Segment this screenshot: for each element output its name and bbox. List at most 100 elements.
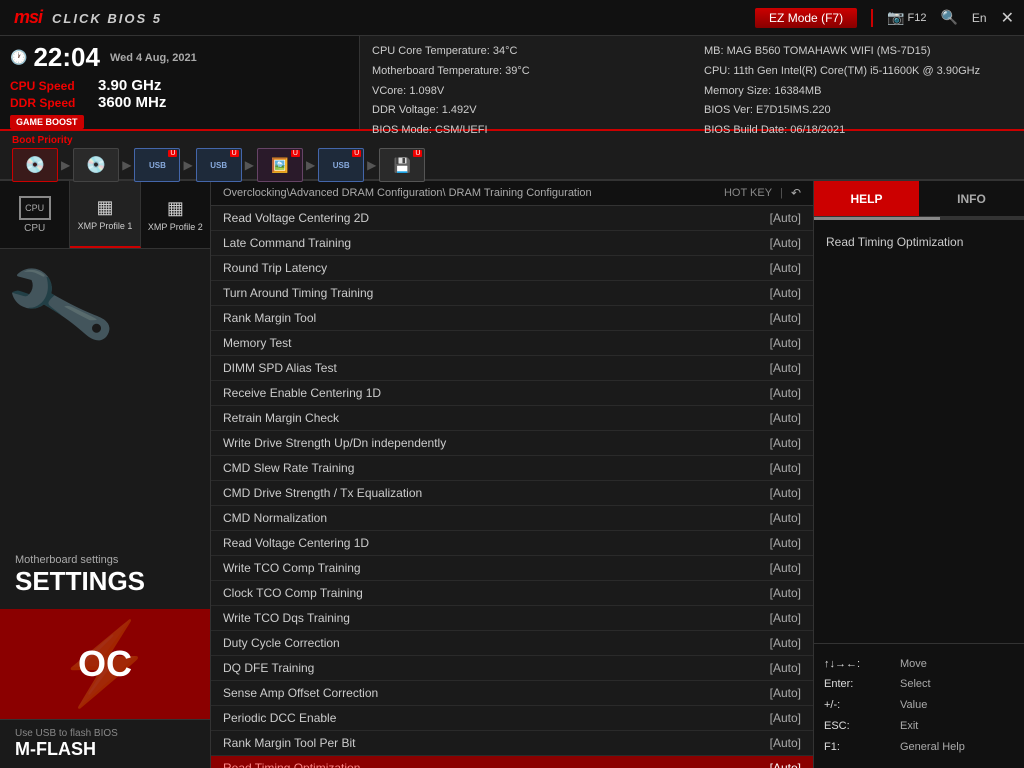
right-panel: HELP INFO Read Timing Optimization ↑↓→←:… <box>814 181 1024 768</box>
f1-symbol: F1: <box>824 737 894 758</box>
table-row[interactable]: Sense Amp Offset Correction[Auto] <box>211 681 813 706</box>
cpu-speed-label: CPU Speed <box>10 79 90 93</box>
value-symbol: +/-: <box>824 695 894 716</box>
tab-help[interactable]: HELP <box>814 181 919 216</box>
usb3-badge: U <box>352 150 361 157</box>
enter-action: Select <box>900 674 931 695</box>
boot-item-usb2[interactable]: U USB <box>196 148 242 182</box>
usb3-label: USB <box>333 161 350 170</box>
key-f1: F1: General Help <box>824 737 1014 758</box>
key-esc: ESC: Exit <box>824 716 1014 737</box>
center-status: CPU Core Temperature: 34°C Motherboard T… <box>360 36 692 129</box>
mflash-section[interactable]: Use USB to flash BIOS M-FLASH <box>0 719 210 768</box>
key-value: +/-: Value <box>824 695 1014 716</box>
tab-info[interactable]: INFO <box>919 181 1024 216</box>
table-row[interactable]: DIMM SPD Alias Test[Auto] <box>211 356 813 381</box>
setting-value: [Auto] <box>731 761 801 768</box>
key-legend: ↑↓→←: Move Enter: Select +/-: Value ESC:… <box>814 643 1024 768</box>
mb-label: MB: <box>704 45 724 57</box>
xmp2-tab-label: XMP Profile 2 <box>148 222 203 232</box>
table-row[interactable]: Write Drive Strength Up/Dn independently… <box>211 431 813 456</box>
ddr-speed-value: 3600 MHz <box>98 94 166 111</box>
settings-list[interactable]: Read Voltage Centering 2D[Auto]Late Comm… <box>211 206 813 768</box>
setting-name: Turn Around Timing Training <box>223 286 373 300</box>
table-row[interactable]: Late Command Training[Auto] <box>211 231 813 256</box>
setting-value: [Auto] <box>731 486 801 500</box>
table-row[interactable]: Read Voltage Centering 1D[Auto] <box>211 531 813 556</box>
hotkey-back-button[interactable]: ↶ <box>791 186 801 200</box>
screenshot-button[interactable]: 📷 F12 <box>887 9 926 26</box>
setting-value: [Auto] <box>731 711 801 725</box>
cpu-tab-label: CPU <box>24 223 45 234</box>
boot-arrow-6: ▶ <box>367 158 376 172</box>
tab-xmp1[interactable]: ▦ XMP Profile 1 <box>70 181 140 248</box>
memory-value: 16384MB <box>774 85 821 97</box>
setting-name: Write Drive Strength Up/Dn independently <box>223 436 446 450</box>
table-row[interactable]: Receive Enable Centering 1D [Auto] <box>211 381 813 406</box>
boot-item-usb1[interactable]: U USB <box>134 148 180 182</box>
table-row[interactable]: DQ DFE Training[Auto] <box>211 656 813 681</box>
tab-xmp2[interactable]: ▦ XMP Profile 2 <box>141 181 210 248</box>
setting-name: Rank Margin Tool <box>223 311 316 325</box>
boot-arrow-5: ▶ <box>306 158 315 172</box>
table-row[interactable]: Read Voltage Centering 2D[Auto] <box>211 206 813 231</box>
setting-name: CMD Slew Rate Training <box>223 461 354 475</box>
oc-title: OC <box>78 643 132 685</box>
tab-cpu[interactable]: CPU CPU <box>0 181 70 248</box>
table-row[interactable]: Duty Cycle Correction[Auto] <box>211 631 813 656</box>
setting-name: Read Voltage Centering 1D <box>223 536 369 550</box>
table-row[interactable]: Periodic DCC Enable[Auto] <box>211 706 813 731</box>
bios-build-label: BIOS Build Date: <box>704 124 787 136</box>
table-row[interactable]: Clock TCO Comp Training[Auto] <box>211 581 813 606</box>
usb2-label: USB <box>210 161 227 170</box>
setting-name: Sense Amp Offset Correction <box>223 686 378 700</box>
hotkey-area: HOT KEY | ↶ <box>724 186 801 200</box>
oc-section[interactable]: ⚡ OC <box>0 609 210 719</box>
setting-name: Write TCO Comp Training <box>223 561 361 575</box>
table-row[interactable]: Rank Margin Tool Per Bit[Auto] <box>211 731 813 756</box>
boot-item-hdd[interactable]: 💿 <box>12 148 58 182</box>
boot-item-dvd[interactable]: 💿 <box>73 148 119 182</box>
setting-value: [Auto] <box>731 561 801 575</box>
search-button[interactable]: 🔍 <box>940 9 957 26</box>
main-layout: CPU CPU ▦ XMP Profile 1 ▦ XMP Profile 2 … <box>0 181 1024 768</box>
mb-temp-value: 39°C <box>505 65 530 77</box>
hotkey-divider: | <box>780 187 783 199</box>
setting-name: DIMM SPD Alias Test <box>223 361 337 375</box>
table-row[interactable]: Rank Margin Tool [Auto] <box>211 306 813 331</box>
boot-item-sd[interactable]: U 💾 <box>379 148 425 182</box>
boot-item-img[interactable]: U 🖼️ <box>257 148 303 182</box>
clock-icon: 🕐 <box>10 49 27 66</box>
help-text: Read Timing Optimization <box>826 235 963 249</box>
ddr-voltage-label: DDR Voltage: <box>372 104 439 116</box>
table-row[interactable]: CMD Normalization[Auto] <box>211 506 813 531</box>
help-content: Read Timing Optimization <box>814 220 1024 643</box>
cpu-label: CPU: <box>704 65 730 77</box>
close-button[interactable]: ✕ <box>1001 8 1014 28</box>
setting-value: [Auto] <box>731 386 801 400</box>
table-row[interactable]: Write TCO Dqs Training[Auto] <box>211 606 813 631</box>
table-row[interactable]: CMD Drive Strength / Tx Equalization[Aut… <box>211 481 813 506</box>
language-button[interactable]: En <box>972 11 987 25</box>
mflash-label: Use USB to flash BIOS <box>15 728 195 739</box>
table-row[interactable]: Round Trip Latency[Auto] <box>211 256 813 281</box>
setting-value: [Auto] <box>731 311 801 325</box>
table-row[interactable]: Turn Around Timing Training[Auto] <box>211 281 813 306</box>
setting-name: Duty Cycle Correction <box>223 636 340 650</box>
setting-name: Retrain Margin Check <box>223 411 339 425</box>
table-row[interactable]: Memory Test[Auto] <box>211 331 813 356</box>
setting-name: Receive Enable Centering 1D <box>223 386 381 400</box>
settings-label: Motherboard settings <box>15 554 195 566</box>
table-row[interactable]: CMD Slew Rate Training[Auto] <box>211 456 813 481</box>
f1-action: General Help <box>900 737 965 758</box>
table-row[interactable]: Read Timing Optimization[Auto] <box>211 756 813 768</box>
game-boost-button[interactable]: GAME BOOST <box>10 115 84 129</box>
table-row[interactable]: Write TCO Comp Training [Auto] <box>211 556 813 581</box>
speed-labels: CPU Speed 3.90 GHz DDR Speed 3600 MHz <box>10 77 349 111</box>
settings-section: 🔧 Motherboard settings SETTINGS <box>0 249 210 609</box>
screenshot-divider <box>871 9 873 27</box>
boot-item-usb3[interactable]: U USB <box>318 148 364 182</box>
boot-arrow-4: ▶ <box>245 158 254 172</box>
table-row[interactable]: Retrain Margin Check[Auto] <box>211 406 813 431</box>
ez-mode-button[interactable]: EZ Mode (F7) <box>755 8 857 28</box>
